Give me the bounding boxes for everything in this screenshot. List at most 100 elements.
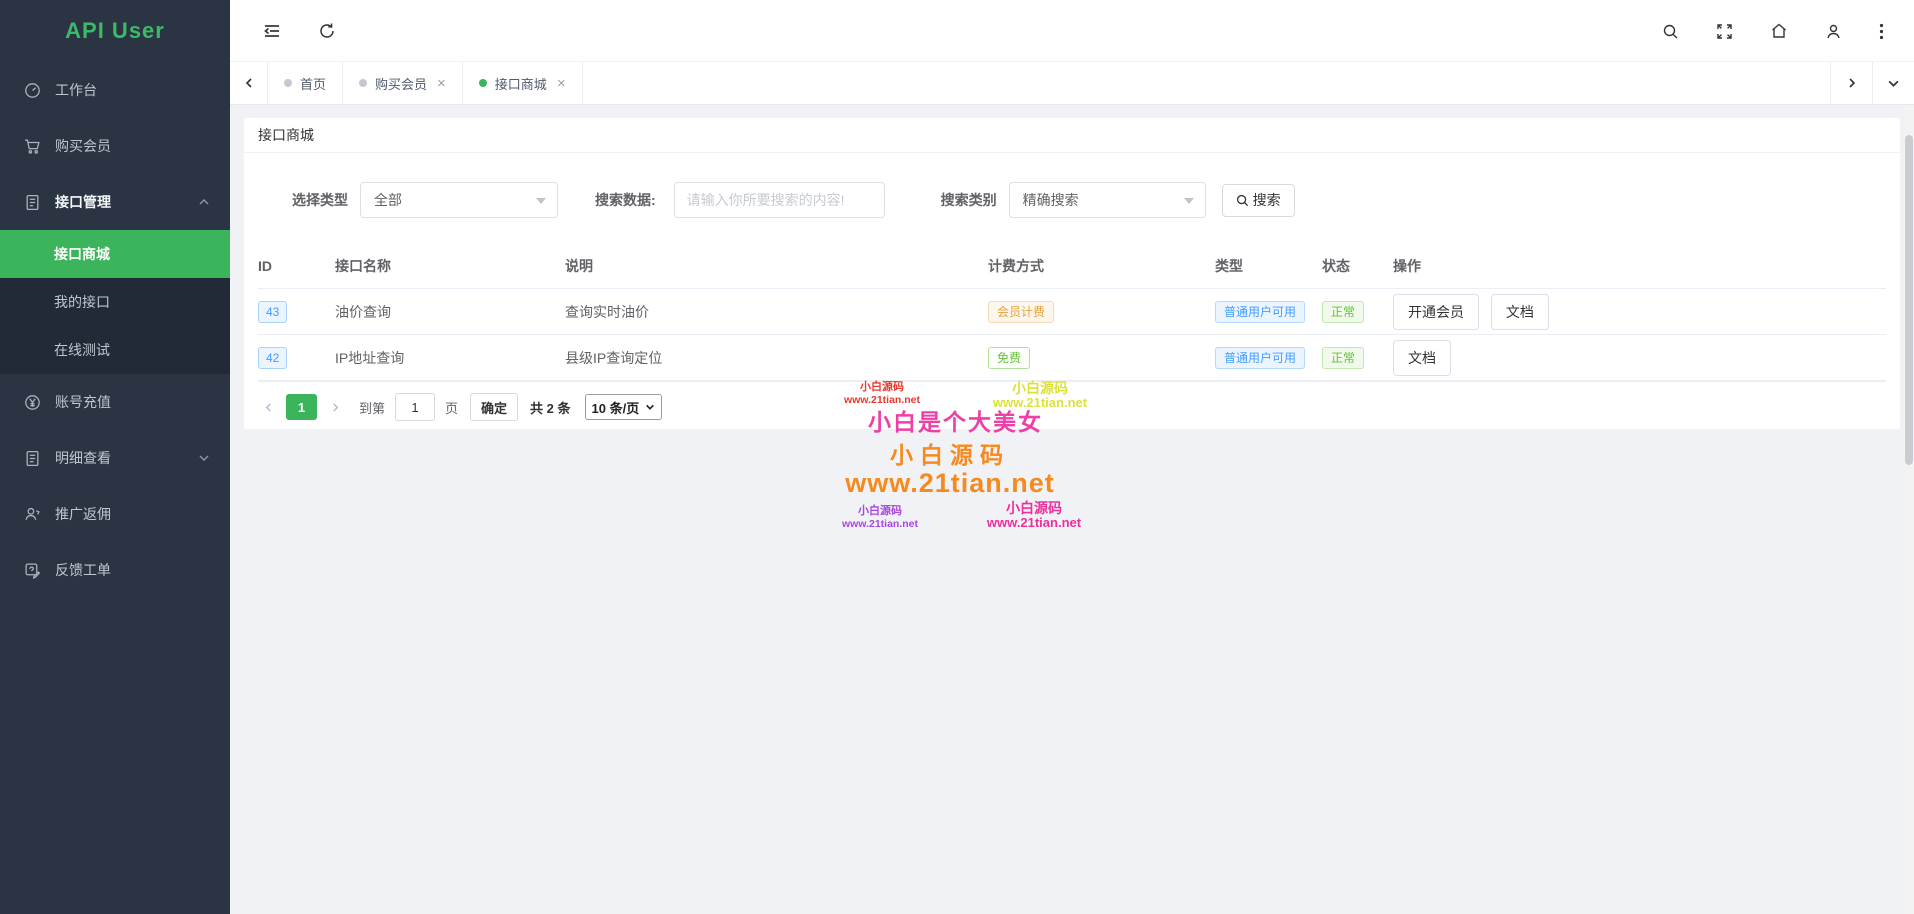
col-actions: 操作 [1393,244,1886,289]
sidebar-item-api-mall[interactable]: 接口商城 [0,230,230,278]
search-input[interactable] [674,182,885,218]
col-description: 说明 [565,244,988,289]
search-category-label: 搜索类别 [941,190,997,210]
search-data-label: 搜索数据: [595,190,656,210]
caret-down-icon [536,198,546,204]
sidebar-item-account-recharge[interactable]: 账号充值 [0,374,230,430]
status-badge: 正常 [1322,301,1364,323]
prev-page-icon[interactable] [258,402,278,413]
tabs-menu-icon[interactable] [1872,62,1914,104]
tab-dot [359,79,367,87]
tab-buy-membership[interactable]: 购买会员 × [343,62,463,104]
tab-bar: 首页 购买会员 × 接口商城 × [230,62,1914,105]
tabs-scroll-left-icon[interactable] [230,62,268,104]
billing-badge: 会员计费 [988,301,1054,323]
close-icon[interactable]: × [437,76,446,91]
caret-down-icon [645,402,655,412]
status-badge: 正常 [1322,347,1364,369]
docs-button[interactable]: 文档 [1393,340,1451,376]
collapse-menu-icon[interactable] [262,21,282,41]
page-size-select[interactable]: 10 条/页 [585,394,663,420]
list-icon [24,450,41,467]
category-select-value: 精确搜索 [1023,190,1079,210]
open-membership-button[interactable]: 开通会员 [1393,294,1479,330]
fullscreen-icon[interactable] [1716,23,1733,40]
type-select[interactable]: 全部 [360,182,558,218]
api-name: IP地址查询 [335,350,404,366]
type-badge: 普通用户可用 [1215,301,1305,323]
confirm-button[interactable]: 确定 [470,393,518,421]
docs-button[interactable]: 文档 [1491,294,1549,330]
scrollbar-thumb[interactable] [1905,135,1913,465]
id-badge: 43 [258,301,287,323]
sidebar-item-label: 购买会员 [55,136,210,156]
id-badge: 42 [258,347,287,369]
vertical-scrollbar[interactable] [1904,105,1914,914]
sidebar-item-label: 账号充值 [55,392,210,412]
search-button-label: 搜索 [1253,190,1281,210]
goto-prefix-label: 到第 [359,398,385,417]
caret-down-icon [1184,198,1194,204]
sidebar-item-label: 推广返佣 [55,504,210,524]
search-category-select[interactable]: 精确搜索 [1009,182,1206,218]
sidebar-item-label: 接口商城 [54,244,110,264]
tab-home[interactable]: 首页 [268,62,343,104]
total-count-label: 共 2 条 [530,398,570,417]
type-select-value: 全部 [374,190,402,210]
col-status: 状态 [1322,244,1393,289]
sidebar-item-label: 我的接口 [54,292,110,312]
billing-badge: 免费 [988,347,1030,369]
goto-page-input[interactable] [395,393,435,421]
sidebar-item-label: 反馈工单 [55,560,210,580]
sidebar-item-feedback-ticket[interactable]: 反馈工单 [0,542,230,598]
tab-label: 首页 [300,74,326,93]
home-icon[interactable] [1770,22,1788,40]
next-page-icon[interactable] [325,402,345,413]
api-mall-card: 接口商城 选择类型 全部 搜索数据: 搜索类别 精确搜索 搜索 ID [244,118,1900,429]
tab-label: 购买会员 [375,74,427,93]
tab-api-mall[interactable]: 接口商城 × [463,62,583,104]
sidebar-item-workbench[interactable]: 工作台 [0,62,230,118]
sidebar-item-buy-membership[interactable]: 购买会员 [0,118,230,174]
page-title: 接口商城 [244,118,1900,153]
sidebar-item-api-management[interactable]: 接口管理 [0,174,230,230]
page-size-value: 10 条/页 [592,398,640,417]
col-id: ID [258,244,335,289]
search-icon[interactable] [1662,23,1679,40]
user-icon[interactable] [1825,23,1842,40]
sidebar-item-label: 工作台 [55,80,210,100]
refresh-icon[interactable] [318,22,336,40]
sidebar-item-detail-view[interactable]: 明细查看 [0,430,230,486]
sidebar-item-my-apis[interactable]: 我的接口 [0,278,230,326]
top-header [230,0,1914,62]
api-description: 县级IP查询定位 [565,350,662,366]
sidebar-submenu-api: 接口商城 我的接口 在线测试 [0,230,230,374]
col-name: 接口名称 [335,244,565,289]
page-number-button[interactable]: 1 [286,394,317,420]
sidebar-item-label: 接口管理 [55,192,198,212]
tab-dot [284,79,292,87]
referral-icon [24,506,41,523]
api-table: ID 接口名称 说明 计费方式 类型 状态 操作 43 油价查询 查询实时油价 … [258,244,1886,381]
col-billing: 计费方式 [988,244,1215,289]
table-header-row: ID 接口名称 说明 计费方式 类型 状态 操作 [258,244,1886,289]
more-icon[interactable] [1879,23,1884,40]
yen-icon [24,394,41,411]
header-actions [1662,0,1884,62]
sidebar-item-referral[interactable]: 推广返佣 [0,486,230,542]
pagination: 1 到第 页 确定 共 2 条 10 条/页 [258,381,1886,421]
ticket-icon [24,562,41,579]
sidebar: API User 工作台 购买会员 接口管理 接口商城 我的接口 在线测试 [0,0,230,914]
search-button[interactable]: 搜索 [1222,184,1295,217]
goto-suffix-label: 页 [445,398,458,417]
tabs-scroll-right-icon[interactable] [1830,62,1872,104]
close-icon[interactable]: × [557,76,566,91]
app-logo: API User [0,0,230,62]
sidebar-item-online-test[interactable]: 在线测试 [0,326,230,374]
tab-dot [479,79,487,87]
type-filter-label: 选择类型 [292,190,348,210]
sidebar-item-label: 在线测试 [54,340,110,360]
document-icon [24,194,41,211]
chevron-up-icon [198,196,210,208]
dashboard-icon [24,82,41,99]
